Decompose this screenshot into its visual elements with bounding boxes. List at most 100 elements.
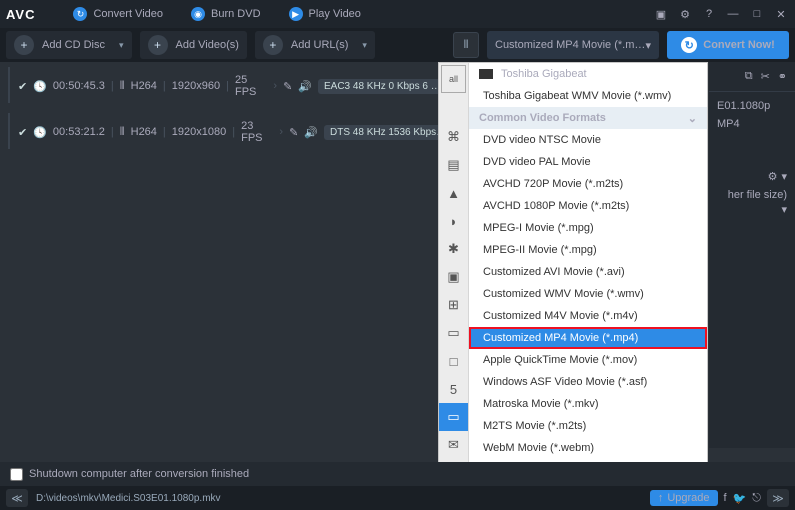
format-tab-playstation[interactable]: ◗ [439, 207, 468, 235]
format-item[interactable]: Customized M4V Movie (*.m4v) [469, 305, 707, 327]
bottom-options-bar: Shutdown computer after conversion finis… [0, 462, 795, 486]
format-dropdown: all ⌘ ▤ ▲ ◗ ✱ ▣ ⊞ ▭ □ 5 ▭ ✉ Toshiba Giga… [438, 62, 708, 474]
shutdown-label: Shutdown computer after conversion finis… [29, 468, 249, 480]
window-controls: ▣ ⚙ ? — □ ✕ [653, 8, 789, 21]
close-button[interactable]: ✕ [773, 8, 789, 21]
format-item[interactable]: MPEG-I Movie (*.mpg) [469, 217, 707, 239]
format-item[interactable]: Toshiba Gigabeat WMV Movie (*.wmv) [469, 85, 707, 107]
title-bar: AVC ↻Convert Video ◉Burn DVD ▶Play Video… [0, 0, 795, 28]
twitter-icon[interactable]: 🐦 [733, 492, 747, 505]
convert-now-button[interactable]: ↻ Convert Now! [667, 31, 789, 59]
format-item[interactable]: Apple QuickTime Movie (*.mov) [469, 349, 707, 371]
format-item[interactable]: WebM Movie (*.webm) [469, 437, 707, 459]
maximize-button[interactable]: □ [749, 8, 765, 21]
format-tab-lg[interactable]: ▣ [439, 263, 468, 291]
settings-icon[interactable]: ▣ [653, 8, 669, 21]
play-icon: ▶ [289, 7, 303, 21]
prev-file-button[interactable]: ≪ [6, 489, 28, 507]
facebook-icon[interactable]: f [724, 492, 727, 504]
output-filename: E01.1080p [717, 100, 787, 112]
button-label: Add CD Disc [42, 39, 105, 51]
format-tab-video[interactable]: ▭ [439, 403, 468, 431]
format-tab-android[interactable]: ▲ [439, 179, 468, 207]
output-format-selector[interactable]: Customized MP4 Movie (*.mp4)▾ [487, 31, 659, 59]
format-item[interactable]: Customized WMV Movie (*.wmv) [469, 283, 707, 305]
format-tab-apple[interactable] [439, 95, 468, 123]
format-tab-tablet[interactable]: ▭ [439, 319, 468, 347]
chevron-down-icon: ▾ [645, 39, 651, 52]
video-item[interactable]: ✔ 🕓00:50:45.3 |⦀H264 |1920x960 |25 FPS ›… [0, 62, 438, 108]
format-group-header[interactable]: Common Video Formats⌄ [469, 107, 707, 129]
add-cd-disc-button[interactable]: + Add CD Disc ▾ [6, 31, 132, 59]
gear-icon[interactable]: ⚙ [677, 8, 693, 21]
disc-plus-icon: + [14, 35, 34, 55]
format-label: Customized MP4 Movie (*.mp4) [495, 39, 645, 51]
format-tab-phone[interactable]: □ [439, 347, 468, 375]
minimize-button[interactable]: — [725, 8, 741, 21]
toolbar: + Add CD Disc ▾ + Add Video(s) +Add URL(s)▾… [0, 28, 795, 62]
tab-burn-dvd[interactable]: ◉Burn DVD [177, 0, 275, 28]
globe-plus-icon: + [263, 35, 283, 55]
edit-icon[interactable]: ✎ [283, 80, 292, 93]
chevron-down-icon[interactable]: ▾ [781, 203, 787, 216]
codec-icon: ⦀ [120, 80, 125, 93]
format-list[interactable]: Toshiba Gigabeat Toshiba Gigabeat WMV Mo… [469, 63, 707, 473]
format-item[interactable]: Customized AVI Movie (*.avi) [469, 261, 707, 283]
link-icon[interactable]: ⚭ [778, 70, 787, 83]
audio-track-selector[interactable]: DTS 48 KHz 1536 Kbps 6 C... [324, 125, 453, 140]
format-item[interactable]: DVD video PAL Movie [469, 151, 707, 173]
copy-icon[interactable]: ⧉ [745, 70, 753, 83]
video-list: ✔ 🕓00:50:45.3 |⦀H264 |1920x960 |25 FPS ›… [0, 62, 438, 154]
gear-icon[interactable]: ⚙ [768, 170, 778, 183]
format-item[interactable]: Windows ASF Video Movie (*.asf) [469, 371, 707, 393]
convert-icon: ↻ [681, 37, 697, 53]
video-stats: ✔ 🕓00:53:21.2 |⦀H264 |1920x1080 |23 FPS … [18, 120, 453, 144]
upgrade-button[interactable]: ↑Upgrade [650, 490, 718, 506]
video-thumbnail [8, 67, 10, 103]
format-tab-samsung[interactable]: ⌘ [439, 123, 468, 151]
format-item[interactable]: DVD video NTSC Movie [469, 129, 707, 151]
add-videos-button[interactable]: + Add Video(s) [140, 31, 247, 59]
format-category-tabs: all ⌘ ▤ ▲ ◗ ✱ ▣ ⊞ ▭ □ 5 ▭ ✉ [439, 63, 469, 473]
format-tab-audio[interactable]: ✉ [439, 431, 468, 459]
format-item[interactable]: M2TS Movie (*.m2ts) [469, 415, 707, 437]
output-format-icon[interactable]: ⦀ [453, 32, 479, 58]
collapse-icon: ⌄ [688, 112, 697, 125]
video-item[interactable]: ✔ 🕓00:53:21.2 |⦀H264 |1920x1080 |23 FPS … [0, 108, 438, 154]
size-label: her file size) [717, 189, 787, 201]
current-file-path: D:\videos\mkv\Medici.S03E01.1080p.mkv [36, 493, 221, 504]
checked-icon[interactable]: ✔ [18, 126, 27, 139]
format-item[interactable]: AVCHD 720P Movie (*.m2ts) [469, 173, 707, 195]
format-tab-all[interactable]: all [441, 65, 466, 93]
button-label: Add Video(s) [176, 39, 239, 51]
film-plus-icon: + [148, 35, 168, 55]
shutdown-checkbox[interactable] [10, 468, 23, 481]
share-icon[interactable]: ⎋ [752, 492, 761, 505]
edit-icon[interactable]: ✎ [289, 126, 298, 139]
format-item[interactable]: Customized MP4 Movie (*.mp4) [469, 327, 707, 349]
checked-icon[interactable]: ✔ [18, 80, 27, 93]
format-item[interactable]: AVCHD 1080P Movie (*.m2ts) [469, 195, 707, 217]
button-label: Convert Now! [703, 39, 775, 51]
video-stats: ✔ 🕓00:50:45.3 |⦀H264 |1920x960 |25 FPS ›… [18, 74, 447, 98]
chevron-down-icon: ▾ [119, 40, 124, 51]
next-file-button[interactable]: ≫ [767, 489, 789, 507]
format-item[interactable]: MPEG-II Movie (*.mpg) [469, 239, 707, 261]
audio-track-selector[interactable]: EAC3 48 KHz 0 Kbps 6 CH ... [318, 79, 447, 94]
tab-play-video[interactable]: ▶Play Video [275, 0, 375, 28]
format-tab-windows[interactable]: ⊞ [439, 291, 468, 319]
add-urls-button[interactable]: +Add URL(s)▾ [255, 31, 375, 59]
format-tab-nokia[interactable]: ▤ [439, 151, 468, 179]
format-tab-huawei[interactable]: ✱ [439, 235, 468, 263]
clock-icon: 🕓 [33, 80, 47, 93]
format-device-item[interactable]: Toshiba Gigabeat [469, 63, 707, 85]
chevron-down-icon: ▾ [362, 40, 367, 51]
help-icon[interactable]: ? [701, 8, 717, 21]
refresh-icon: ↻ [73, 7, 87, 21]
main-area: ✔ 🕓00:50:45.3 |⦀H264 |1920x960 |25 FPS ›… [0, 62, 795, 448]
tab-convert-video[interactable]: ↻Convert Video [59, 0, 177, 28]
format-item[interactable]: Matroska Movie (*.mkv) [469, 393, 707, 415]
cut-icon[interactable]: ✂ [761, 70, 770, 83]
status-bar: ≪ D:\videos\mkv\Medici.S03E01.1080p.mkv … [0, 486, 795, 510]
format-tab-html5[interactable]: 5 [439, 375, 468, 403]
